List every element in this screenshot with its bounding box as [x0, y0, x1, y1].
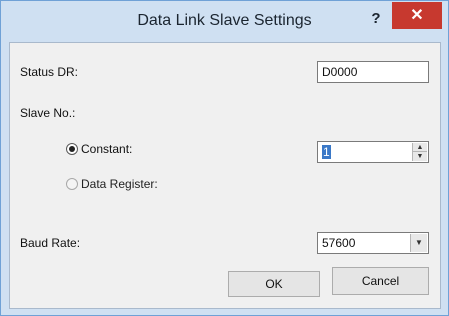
- constant-radio[interactable]: [66, 143, 78, 155]
- spin-down-icon[interactable]: ▼: [413, 152, 427, 161]
- data-register-radio[interactable]: [66, 178, 78, 190]
- spin-control[interactable]: ▲ ▼: [412, 143, 427, 161]
- ok-button[interactable]: OK: [228, 271, 320, 297]
- slave-no-value: 1: [322, 145, 331, 159]
- dialog-window: Data Link Slave Settings ? ✕ Status DR: …: [0, 0, 449, 316]
- close-button[interactable]: ✕: [392, 2, 442, 29]
- help-button[interactable]: ?: [363, 8, 389, 30]
- chevron-down-icon[interactable]: ▼: [410, 234, 427, 252]
- slave-no-label: Slave No.:: [20, 106, 76, 120]
- dialog-content: Status DR: D0000 Slave No.: Constant: 1 …: [9, 42, 441, 309]
- baud-rate-label: Baud Rate:: [20, 236, 81, 250]
- constant-label: Constant:: [81, 142, 133, 156]
- data-register-label: Data Register:: [81, 177, 158, 191]
- status-dr-label: Status DR:: [20, 65, 79, 79]
- cancel-button[interactable]: Cancel: [332, 267, 429, 295]
- baud-rate-select[interactable]: 57600 ▼: [317, 232, 429, 254]
- slave-no-stepper[interactable]: 1 ▲ ▼: [317, 141, 429, 163]
- baud-rate-value: 57600: [322, 236, 356, 250]
- spin-up-icon[interactable]: ▲: [413, 143, 427, 152]
- status-dr-input[interactable]: D0000: [317, 61, 429, 83]
- title-bar: Data Link Slave Settings ? ✕: [1, 1, 448, 41]
